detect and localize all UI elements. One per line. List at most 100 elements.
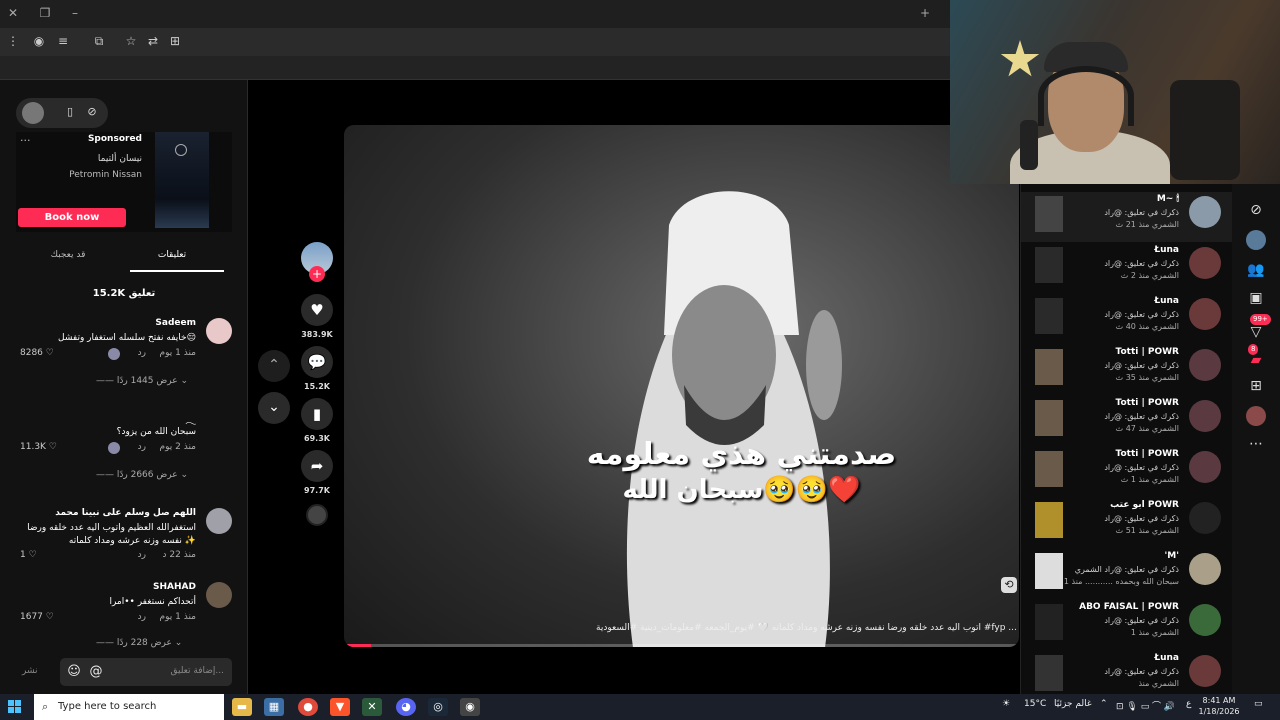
activity-avatar[interactable] (1189, 247, 1221, 279)
sponsored-ad[interactable]: ··· Sponsored نيسان ألتيما Petromin Niss… (16, 132, 232, 232)
commenter-avatar[interactable] (206, 508, 232, 534)
activity-thumbnail[interactable] (1035, 247, 1063, 283)
brave-icon[interactable]: ▼ (330, 698, 350, 716)
activity-username[interactable]: Totti | POWR (1116, 398, 1179, 408)
store-icon[interactable]: ▦ (264, 698, 284, 716)
menu-dots-icon[interactable]: ⋮ (4, 34, 22, 52)
tray-icons[interactable]: ⊡ 🎙 ▭ ⌒ 🔊 (1116, 699, 1175, 712)
mention-icon[interactable]: @ (88, 664, 104, 680)
taskbar-search[interactable]: ⌕ Type here to search (34, 694, 224, 720)
activity-item[interactable]: Łuna ذكرك في تعليق: @راد الشمري منذ 40 ث (1021, 294, 1233, 344)
new-tab-icon[interactable]: + (916, 6, 934, 22)
activity-avatar[interactable] (1189, 451, 1221, 483)
comment-likes[interactable]: 1677 ♡ (20, 612, 54, 622)
obs-icon[interactable]: ◉ (460, 698, 480, 716)
activity-username[interactable]: 'M' (1165, 551, 1179, 561)
heart-outline-icon[interactable]: ♡ (46, 612, 54, 622)
comment-likes[interactable]: 8286 ♡ (20, 348, 54, 358)
windows-start-icon[interactable] (8, 700, 22, 714)
activity-username[interactable]: Totti | POWR (1116, 449, 1179, 459)
activity-thumbnail[interactable] (1035, 655, 1063, 691)
activity-avatar[interactable] (1189, 655, 1221, 687)
commenter-avatar[interactable] (206, 318, 232, 344)
commenter-name[interactable]: 𓂃 (185, 412, 196, 427)
activity-item[interactable]: Łuna ذكرك في تعليق: @راد الشمري منذ 2 ث (1021, 243, 1233, 293)
commenter-name[interactable]: Sadeem (155, 318, 196, 328)
activity-avatar[interactable] (1189, 400, 1221, 432)
activity-username[interactable]: Łuna (1154, 245, 1179, 255)
activity-thumbnail[interactable] (1035, 349, 1063, 385)
tab-you-may-like[interactable]: قد يعجبك (16, 250, 120, 260)
activity-item[interactable]: M~ 🕯 ذكرك في تعليق: @راد الشمري منذ 21 ث (1021, 192, 1233, 242)
heart-outline-icon[interactable]: ♡ (46, 348, 54, 358)
activity-username[interactable]: Łuna (1154, 296, 1179, 306)
user-avatar[interactable] (22, 102, 44, 124)
ad-image[interactable] (155, 132, 209, 228)
friends-icon[interactable]: 👥 (1246, 260, 1266, 280)
activity-thumbnail[interactable] (1035, 298, 1063, 334)
language-indicator[interactable]: ع (1186, 699, 1191, 709)
loop-icon[interactable]: ⟲ (1001, 577, 1017, 593)
commenter-avatar[interactable] (206, 582, 232, 608)
extensions-icon[interactable]: ⧉ (90, 34, 108, 52)
phone-icon[interactable]: ▯ (62, 105, 78, 121)
steam-icon[interactable]: ◎ (428, 698, 448, 716)
commenter-name[interactable]: اللهم صل وسلم على نبينا محمد (55, 508, 196, 518)
activity-item[interactable]: Totti | POWR ذكرك في تعليق: @راد الشمري من… (1021, 345, 1233, 395)
activity-avatar[interactable] (1189, 196, 1221, 228)
activity-username[interactable]: ABO FAISAL | POWR (1079, 602, 1179, 612)
profile-avatar-icon[interactable] (1246, 230, 1266, 250)
activity-item[interactable]: ابو عتب POWR ذكرك في تعليق: @راد الشمري من… (1021, 498, 1233, 548)
activity-thumbnail[interactable] (1035, 604, 1063, 640)
follow-plus-icon[interactable]: + (309, 266, 325, 282)
activity-avatar[interactable] (1189, 604, 1221, 636)
taskbar-clock[interactable]: 8:41 AM 1/18/2026 (1196, 695, 1242, 717)
reply-button[interactable]: رد (138, 348, 146, 358)
mode-switcher[interactable]: ▯ ⊘ (16, 98, 108, 128)
activity-username[interactable]: M~ 🕯 (1157, 194, 1179, 204)
activity-username[interactable]: ابو عتب POWR (1110, 500, 1179, 510)
discord-icon[interactable]: ◕ (396, 698, 416, 716)
activity-username[interactable]: Totti | POWR (1116, 347, 1179, 357)
view-replies-link[interactable]: —— عرض 2666 ردًا ⌄ (96, 470, 188, 480)
activity-avatar[interactable] (1189, 298, 1221, 330)
video-caption[interactable]: اتوب اليه عدد خلقه ورضا نفسه وزنه عرشه و… (596, 623, 1016, 633)
activity-thumbnail[interactable] (1035, 196, 1063, 232)
comment-likes[interactable]: 11.3K ♡ (20, 442, 57, 452)
upload-plus-icon[interactable]: ⊞ (1246, 376, 1266, 396)
tray-chevron-icon[interactable]: ⌃ (1100, 699, 1108, 709)
chrome-icon[interactable]: ● (298, 698, 318, 716)
post-button[interactable]: نشر (22, 666, 38, 676)
explore-compass-icon[interactable]: ⊘ (1246, 200, 1266, 220)
app-x-icon[interactable]: ✕ (362, 698, 382, 716)
save-button[interactable]: ▮ (301, 398, 333, 430)
live-tv-icon[interactable]: ▣ (1246, 288, 1266, 308)
video-progress-bar[interactable] (344, 644, 1019, 647)
more-dots-icon[interactable]: ⋯ (1246, 434, 1266, 454)
file-explorer-icon[interactable]: ▬ (232, 698, 252, 716)
comment-likes[interactable]: 1 ♡ (20, 550, 37, 560)
minimize-window-icon[interactable]: – (66, 6, 84, 22)
like-button[interactable]: ♥ (301, 294, 333, 326)
emoji-icon[interactable]: ☺ (66, 664, 82, 680)
ad-options-icon[interactable]: ··· (20, 134, 31, 147)
video-player[interactable]: صدمتني هذي معلومه سبحان الله🥹🥹❤️ اتوب ال… (344, 125, 1019, 647)
account-avatar-icon[interactable] (1246, 406, 1266, 426)
weather-icon[interactable]: ☀ (1002, 699, 1010, 709)
activity-thumbnail[interactable] (1035, 400, 1063, 436)
view-replies-link[interactable]: —— عرض 228 ردًا ⌄ (96, 638, 182, 648)
restore-window-icon[interactable]: ❐ (36, 6, 54, 22)
notification-icon[interactable]: ▭ (1254, 699, 1263, 709)
activity-thumbnail[interactable] (1035, 451, 1063, 487)
book-now-button[interactable]: Book now (18, 208, 126, 227)
view-replies-link[interactable]: —— عرض 1445 ردًا ⌄ (96, 376, 188, 386)
reading-list-icon[interactable]: ≡ (54, 34, 72, 52)
music-disc-icon[interactable] (306, 504, 328, 526)
activity-item[interactable]: ABO FAISAL | POWR ذكرك في تعليق: @راد الشم… (1021, 600, 1233, 650)
comment-button[interactable]: 💬 (301, 346, 333, 378)
activity-item[interactable]: 'M' ذكرك في تعليق: @راد الشمري سبحان الله … (1021, 549, 1233, 599)
activity-thumbnail[interactable] (1035, 502, 1063, 538)
install-app-icon[interactable]: ⊞ (166, 34, 184, 52)
heart-outline-icon[interactable]: ♡ (49, 442, 57, 452)
translate-icon[interactable]: ⇄ (144, 34, 162, 52)
